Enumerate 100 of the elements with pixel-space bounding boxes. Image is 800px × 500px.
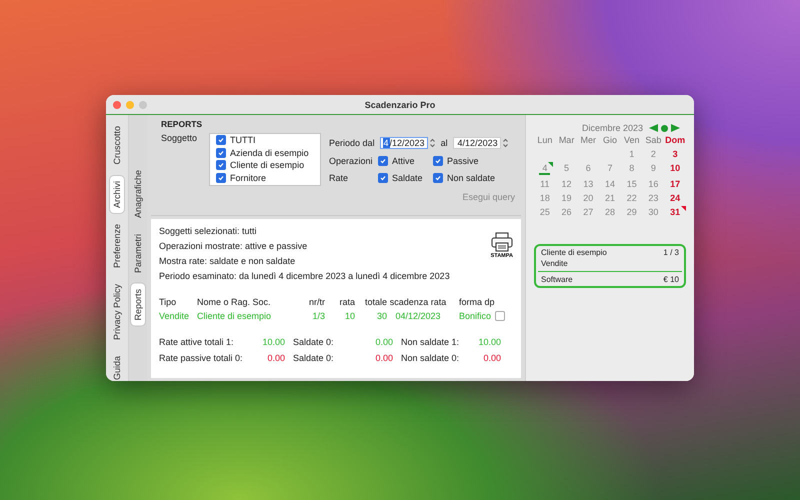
checkbox[interactable] [433, 156, 444, 166]
due-card[interactable]: Cliente di esempio 1 / 3 Vendite Software € 10 [534, 244, 686, 288]
calendar-day[interactable]: 31 [667, 207, 684, 217]
table-cell-text: Vendite [159, 311, 190, 321]
calendar-day[interactable]: 13 [580, 179, 596, 189]
calendar-day[interactable]: 3 [670, 149, 681, 159]
checkbox[interactable] [433, 173, 444, 183]
calendar-day[interactable]: 26 [558, 207, 575, 217]
window-title: Scadenzario Pro [364, 100, 436, 110]
checkbox[interactable] [216, 160, 226, 170]
table-cell-text: Bonifico [458, 311, 492, 321]
calendar-day[interactable]: 23 [645, 193, 662, 203]
total-value: 0.00 [482, 353, 501, 363]
calendar-day[interactable]: 21 [602, 193, 618, 203]
calendar-day[interactable]: 4 [539, 163, 550, 175]
side-tab[interactable]: Cruscotto [110, 121, 124, 170]
summary-line: Periodo esaminato: da lunedì 4 dicembre 2023 a lunedì 4 dicembre 2023 [159, 271, 450, 281]
checkbox-label: Fornitore [230, 172, 266, 183]
checkmark-icon [435, 158, 442, 164]
next-arrow-icon[interactable] [671, 124, 680, 132]
column-header: scadenza rata [388, 297, 448, 307]
operation-type: Vendite [541, 259, 569, 268]
amount: € 10 [663, 275, 679, 284]
subject-list[interactable]: TUTTI Azienda di esempio Cliente di esempio Fornitore [209, 133, 322, 186]
side-tab[interactable]: Preferenze [110, 218, 124, 273]
table-cell-text: 1/3 [311, 311, 325, 321]
calendar-day[interactable]: 30 [645, 207, 662, 217]
calendar-day[interactable]: 28 [602, 207, 618, 217]
previous-arrow-icon[interactable] [649, 124, 658, 132]
checkbox-label: Azienda di esempio [230, 148, 309, 158]
side-tab[interactable]: Privacy Policy [110, 278, 124, 345]
checkbox-label: Non saldate [447, 173, 496, 183]
column-header: totale [364, 297, 387, 307]
close-button[interactable] [113, 100, 121, 108]
calendar-day[interactable]: 25 [536, 207, 553, 217]
calendar-day[interactable]: 9 [648, 163, 659, 175]
total-label: Non saldate 1: [400, 337, 460, 347]
checkbox[interactable] [216, 135, 226, 146]
field-label: Rate [329, 173, 350, 183]
today-dot-icon[interactable] [661, 124, 668, 132]
printer-icon [490, 232, 513, 252]
calendar-day[interactable]: 14 [602, 179, 618, 189]
checkbox[interactable] [495, 311, 505, 321]
calendar-day[interactable]: 11 [537, 179, 553, 189]
total-value: 10.00 [477, 337, 501, 347]
calendar-day[interactable]: 16 [645, 179, 662, 189]
column-header: nr/tr [308, 297, 325, 307]
field-label: al [440, 138, 448, 148]
checkbox-label: Attive [392, 156, 415, 166]
checkbox[interactable] [378, 173, 388, 183]
calendar-day[interactable]: 27 [580, 207, 596, 217]
total-value: 0.00 [374, 337, 393, 347]
stepper-icon[interactable] [502, 137, 509, 149]
table-cell-text: Cliente di esempio [197, 311, 272, 321]
checkmark-icon [380, 158, 386, 164]
weekday-label: Ven [622, 135, 640, 145]
weekday-label: Sab [644, 135, 662, 145]
calendar-day[interactable]: 5 [561, 163, 572, 175]
weekday-label: Gio [602, 135, 618, 145]
item-name: Software [541, 275, 573, 284]
calendar-day[interactable]: 18 [536, 193, 553, 203]
calendar-day[interactable]: 8 [626, 163, 638, 175]
weekday-label: Mar [558, 135, 576, 145]
checkbox[interactable] [216, 172, 226, 183]
checkmark-icon [380, 175, 386, 181]
total-label: Non saldate 0: [400, 353, 460, 363]
calendar-day[interactable]: 10 [667, 163, 684, 175]
side-tab[interactable]: Parametri [131, 229, 145, 278]
date-field[interactable]: 4/12/2023 [452, 137, 501, 149]
summary-line: Soggetti selezionati: tutti [159, 226, 258, 236]
calendar-day[interactable]: 29 [624, 207, 640, 217]
query-button[interactable]: Esegui query [462, 192, 515, 202]
side-tab[interactable]: Anagrafiche [131, 165, 145, 224]
calendar-day[interactable]: 6 [582, 163, 594, 175]
field-label: Periodo dal [329, 138, 375, 148]
stepper-icon[interactable] [428, 137, 436, 149]
summary-line: Mostra rate: saldate e non saldate [159, 256, 296, 266]
side-tab[interactable]: Reports [131, 284, 145, 326]
total-value: 0.00 [266, 353, 285, 363]
total-label: Saldate 0: [292, 353, 335, 363]
checkbox[interactable] [378, 156, 388, 166]
summary-line: Operazioni mostrate: attive e passive [159, 241, 308, 251]
checkbox[interactable] [216, 148, 226, 158]
calendar-day[interactable]: 2 [648, 149, 659, 159]
calendar-day[interactable]: 24 [667, 193, 684, 203]
calendar-day[interactable]: 20 [580, 193, 596, 203]
calendar-day[interactable]: 15 [624, 179, 640, 189]
calendar-day[interactable]: 22 [624, 193, 640, 203]
calendar-day[interactable]: 7 [604, 163, 616, 175]
weekday-label: Dom [664, 135, 686, 145]
table-cell-text: 04/12/2023 [394, 311, 442, 321]
calendar-day[interactable]: 19 [558, 193, 575, 203]
side-tab[interactable]: Archivi [110, 176, 124, 213]
calendar-day[interactable]: 12 [558, 179, 575, 189]
section-title: REPORTS [161, 119, 204, 129]
column-header: rata [338, 297, 355, 307]
calendar-day[interactable]: 17 [667, 179, 684, 189]
side-tab[interactable]: Guida [110, 350, 124, 381]
calendar-day[interactable]: 1 [626, 149, 638, 159]
field-label: Soggetto [161, 133, 198, 145]
